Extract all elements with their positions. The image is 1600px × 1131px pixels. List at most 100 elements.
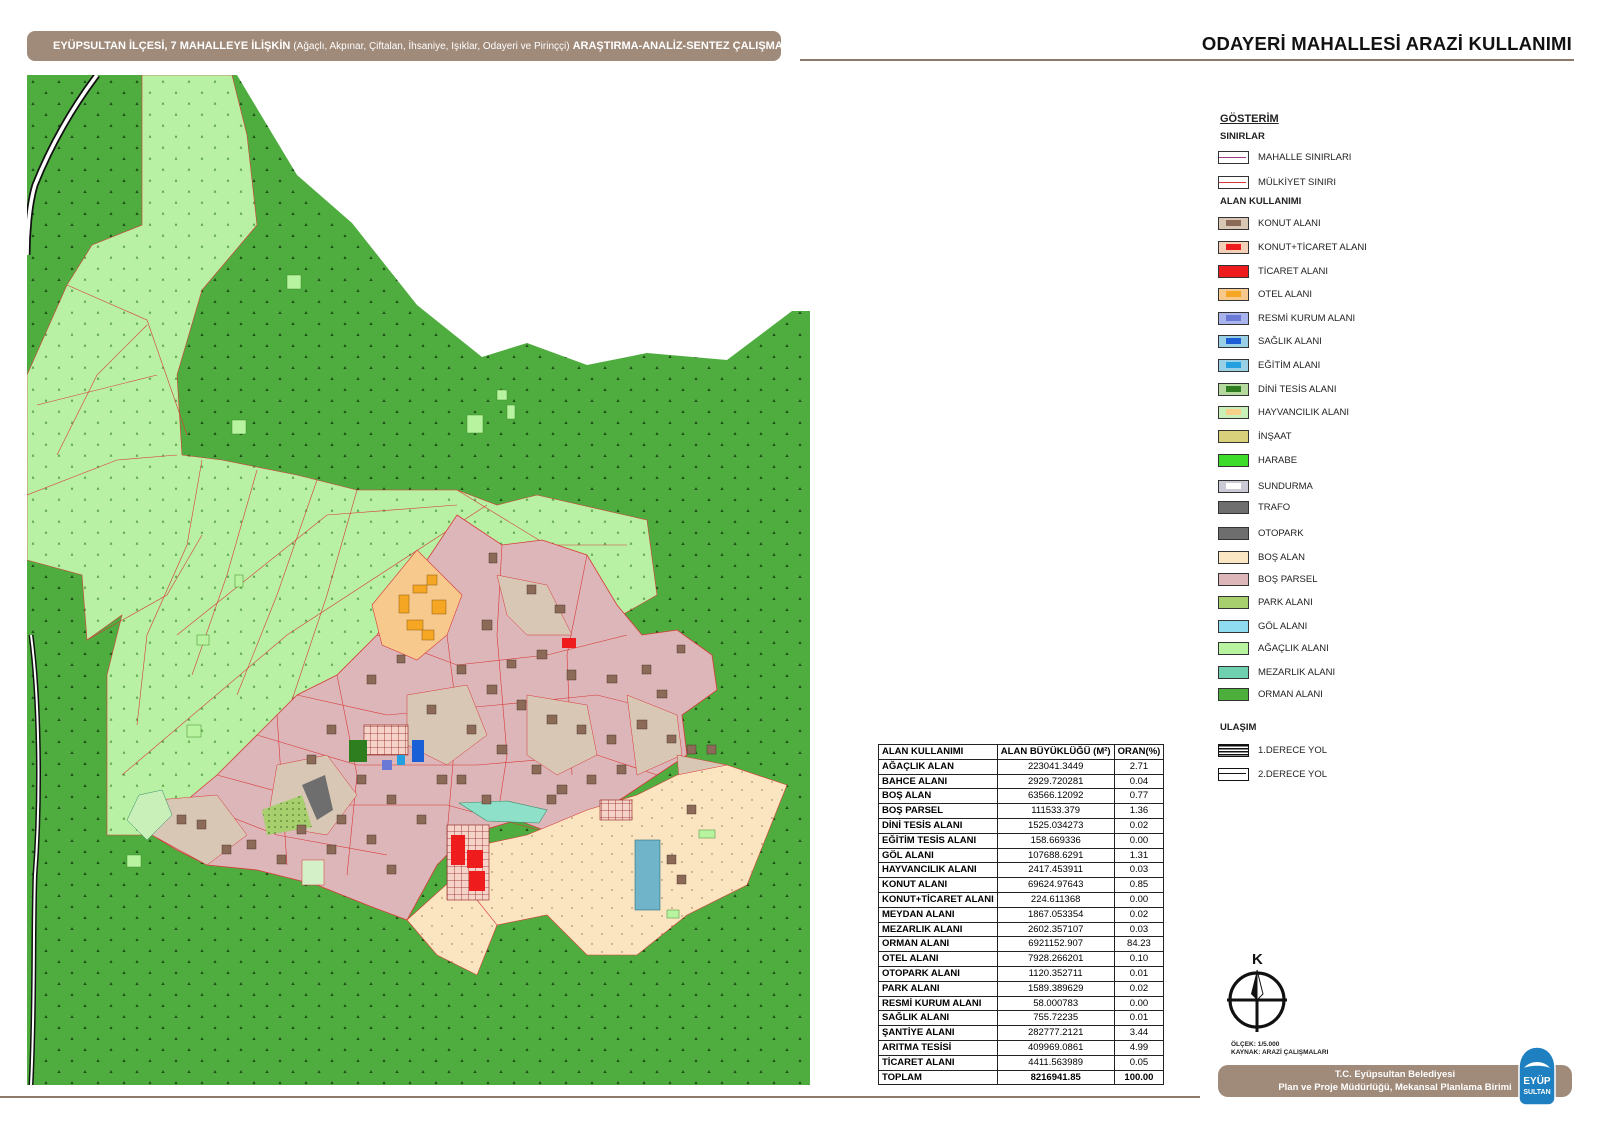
legend-label: PARK ALANI [1258,596,1313,608]
municipality-logo: EYÜP SULTAN [1518,1046,1556,1106]
legend-swatch [1218,619,1249,633]
legend-label: İNŞAAT [1258,430,1292,442]
legend-swatch [1218,526,1249,540]
cell-landuse: OTEL ALANI [878,951,998,967]
cell-landuse: MEZARLIK ALANI [878,921,998,938]
legend-label: KONUT+TİCARET ALANI [1258,241,1367,253]
table-row: HAYVANCILIK ALANI 2417.453911 0.03 [878,862,1165,879]
col-header-landuse: ALAN KULLANIMI [878,744,998,760]
cell-ratio: 0.04 [1113,773,1165,790]
legend-label: TİCARET ALANI [1258,265,1329,277]
cell-landuse: BOŞ PARSEL [878,803,998,819]
cell-ratio: 0.02 [1113,906,1165,923]
legend-swatch [1218,550,1249,564]
legend-section-transport: ULAŞIM [1220,722,1257,733]
cell-area: 2417.453911 [996,862,1115,879]
legend-section-boundaries: SINIRLAR [1220,131,1265,142]
cell-ratio: 0.77 [1113,788,1165,805]
cell-landuse: PARK ALANI [878,980,998,997]
legend-label: SUNDURMA [1258,480,1313,492]
table-row: EĞİTİM TESİS ALANI 158.669336 0.00 [878,832,1165,849]
source-label: KAYNAK: ARAZİ ÇALIŞMALARI [1231,1049,1329,1056]
cell-area: 224.611368 [996,891,1115,908]
legend-item: MEZARLIK ALANI [1218,664,1335,680]
legend-swatch [1218,240,1249,254]
legend-swatch [1218,264,1249,278]
cell-ratio: 3.44 [1113,1025,1165,1041]
cell-landuse: KONUT+TİCARET ALANI [878,891,998,908]
col-header-ratio: ORAN(%) [1113,744,1165,760]
cell-landuse: GÖL ALANI [878,847,998,864]
cell-ratio: 0.02 [1113,980,1165,997]
legend-item: DİNİ TESİS ALANI [1218,381,1337,397]
table-row: RESMİ KURUM ALANI 58.000783 0.00 [878,995,1165,1012]
legend-title: GÖSTERİM [1220,113,1279,125]
cell-area: 58.000783 [996,995,1115,1012]
cell-landuse: ORMAN ALANI [878,936,998,953]
legend-label: EĞİTİM ALANI [1258,359,1321,371]
legend-label: OTEL ALANI [1258,288,1313,300]
logo-line1: EYÜP [1523,1074,1551,1087]
legend-item: KONUT+TİCARET ALANI [1218,239,1367,255]
legend-item: ORMAN ALANI [1218,686,1323,702]
cell-landuse: BAHCE ALANI [878,773,998,790]
legend-item: OTOPARK [1218,525,1304,541]
cell-area: 6921152.907 [996,936,1115,953]
road-swatch [1218,767,1249,781]
table-row: OTOPARK ALANI 1120.352711 0.01 [878,965,1165,982]
legend-item: RESMİ KURUM ALANI [1218,310,1355,326]
cell-area: 1525.034273 [996,817,1115,834]
legend-item-neighborhood-border: MAHALLE SINIRLARI [1218,149,1351,165]
legend-label: BOŞ PARSEL [1258,573,1318,585]
legend-swatch [1218,687,1249,701]
cell-ratio: 0.00 [1113,995,1165,1012]
legend-item: OTEL ALANI [1218,286,1312,302]
cell-landuse: ŞANTİYE ALANI [878,1025,998,1041]
legend-label: ORMAN ALANI [1258,688,1323,700]
table-row: TİCARET ALANI 4411.563989 0.05 [878,1054,1165,1071]
cell-area: 1589.389629 [996,980,1115,997]
cell-area: 2602.357107 [996,921,1115,938]
cell-ratio: 0.01 [1113,1010,1165,1027]
legend-item: EĞİTİM ALANI [1218,357,1320,373]
cell-ratio: 0.00 [1113,832,1165,849]
land-use-map[interactable] [27,75,810,1085]
table-row: KONUT+TİCARET ALANI 224.611368 0.00 [878,891,1165,908]
cell-area: 63566.12092 [996,788,1115,805]
cell-ratio: 0.03 [1113,862,1165,879]
legend-item: TRAFO [1218,499,1290,515]
north-label: K [1252,951,1263,968]
cell-ratio: 2.71 [1113,758,1165,775]
table-header-row: ALAN KULLANIMI ALAN BÜYÜKLÜĞÜ (M²) ORAN(… [878,744,1165,760]
legend-swatch [1218,311,1249,325]
north-arrow: K [1227,951,1287,1032]
header-band: EYÜPSULTAN İLÇESİ, 7 MAHALLEYE İLİŞKİN (… [27,31,808,61]
cell-landuse: HAYVANCILIK ALANI [878,862,998,879]
table-row: SAĞLIK ALANI 755.72235 0.01 [878,1010,1165,1027]
legend-swatch [1218,572,1249,586]
legend-item: GÖL ALANI [1218,618,1307,634]
govt-facility [382,760,392,770]
cell-landuse: AĞAÇLIK ALAN [878,758,998,775]
col-header-area: ALAN BÜYÜKLÜĞÜ (M²) [996,744,1115,760]
legend-label: GÖL ALANI [1258,620,1308,632]
scale-note: ÖLÇEK: 1/5.000 KAYNAK: ARAZİ ÇALIŞMALARI [1231,1041,1328,1057]
legend-swatch [1218,334,1249,348]
legend-item: İNŞAAT [1218,428,1292,444]
cell-area: 8216941.85 [996,1069,1115,1086]
page-title: ODAYERİ MAHALLESİ ARAZİ KULLANIMI [1201,33,1572,54]
header-tail: ARAŞTIRMA-ANALİZ-SENTEZ ÇALIŞMALARI [572,40,809,52]
cell-area: 1120.352711 [996,965,1115,982]
cell-ratio: 0.00 [1113,891,1165,908]
table-row: BAHCE ALANI 2929.720281 0.04 [878,773,1165,790]
table-row: MEZARLIK ALANI 2602.357107 0.03 [878,921,1165,938]
cell-landuse: ARITMA TESİSİ [878,1039,998,1056]
cell-area: 111533.379 [996,803,1115,819]
bottom-rule [0,1096,1200,1098]
health-facility [412,740,424,762]
legend-item: SUNDURMA [1218,478,1313,494]
legend-item-second-degree-road: 2.DERECE YOL [1218,766,1327,782]
cell-area: 2929.720281 [996,773,1115,790]
legend-label: HARABE [1258,454,1298,466]
legend-swatch [1218,358,1249,372]
